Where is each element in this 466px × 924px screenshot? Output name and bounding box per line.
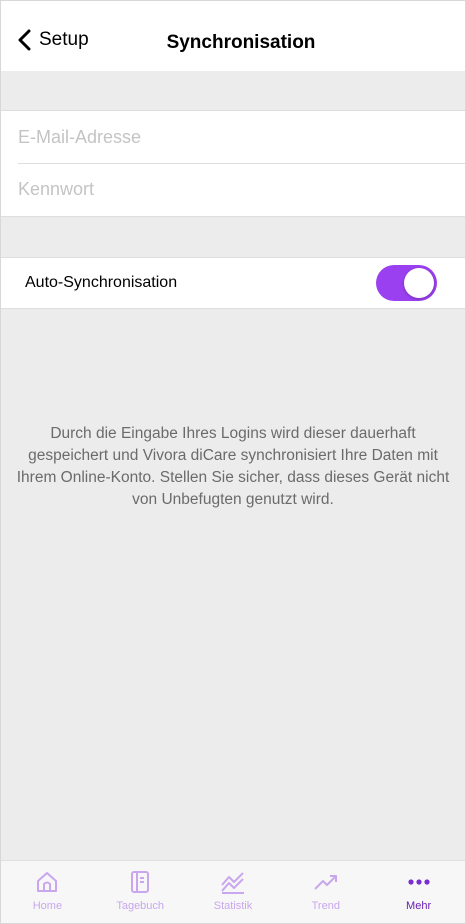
nav-bar: Setup Synchronisation (1, 1, 465, 71)
tab-more[interactable]: Mehr (372, 861, 465, 923)
auto-sync-label: Auto-Synchronisation (25, 274, 178, 291)
trend-icon (312, 868, 340, 896)
toggle-knob (404, 268, 434, 298)
password-field[interactable] (18, 179, 418, 200)
email-row (1, 111, 465, 163)
screen: Setup Synchronisation Auto-Synchronisati… (0, 0, 466, 924)
email-field[interactable] (18, 126, 418, 148)
tab-home[interactable]: Home (1, 861, 94, 923)
tab-diary-label: Tagebuch (116, 900, 165, 912)
login-group (1, 110, 465, 217)
home-icon (34, 868, 60, 896)
auto-sync-toggle[interactable] (376, 265, 437, 301)
tab-more-label: Mehr (406, 900, 432, 912)
tab-home-label: Home (32, 900, 63, 912)
password-row (18, 163, 465, 215)
statistics-icon (219, 868, 247, 896)
auto-sync-group: Auto-Synchronisation (1, 257, 465, 309)
auto-sync-row: Auto-Synchronisation (1, 258, 465, 308)
tab-statistics-label: Statistik (213, 900, 253, 912)
page-title: Synchronisation (166, 32, 316, 53)
tab-trend-label: Trend (311, 900, 340, 912)
tab-statistics[interactable]: Statistik (187, 861, 280, 923)
diary-icon (127, 868, 153, 896)
tab-trend[interactable]: Trend (279, 861, 372, 923)
tab-diary[interactable]: Tagebuch (94, 861, 187, 923)
more-icon (405, 868, 433, 896)
tab-bar: Home Tagebuch Statistik Trend Mehr (1, 860, 465, 923)
sync-info-text: Durch die Eingabe Ihres Logins wird dies… (16, 425, 450, 508)
